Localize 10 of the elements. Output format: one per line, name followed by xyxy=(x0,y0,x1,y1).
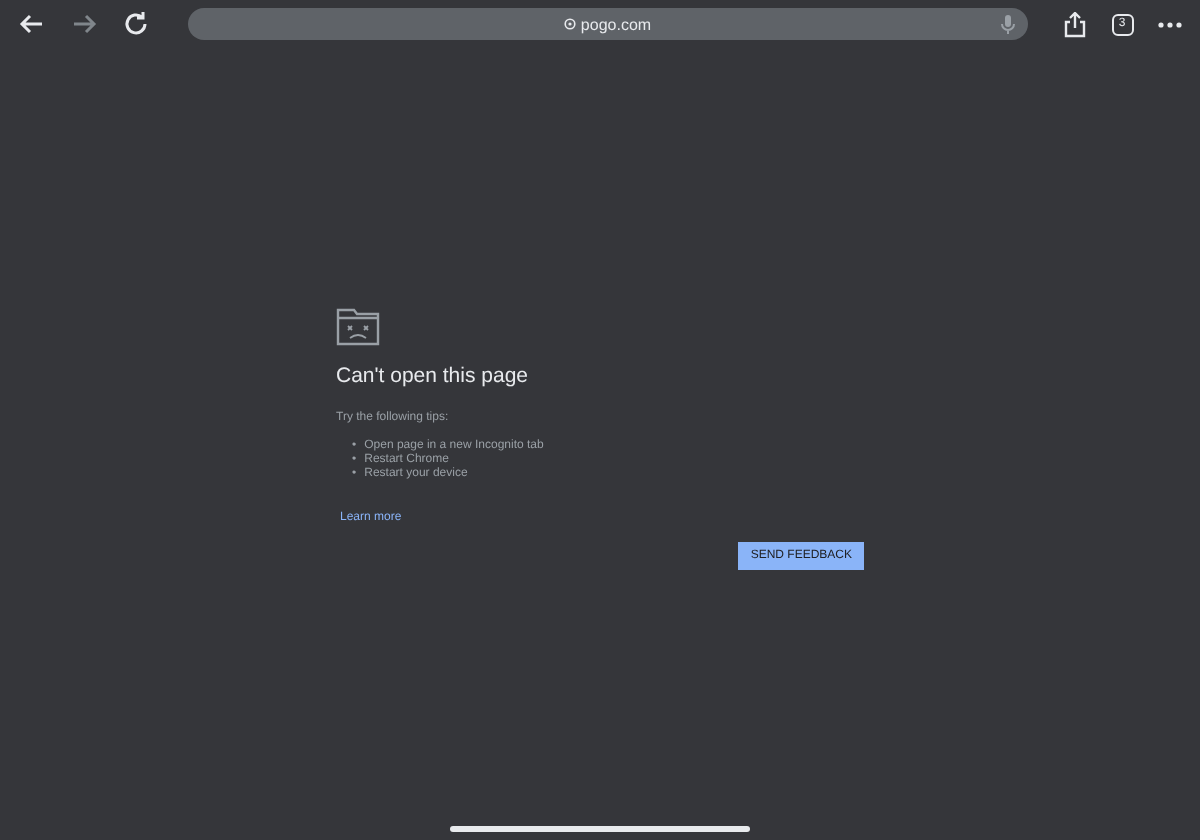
reload-icon xyxy=(122,10,150,38)
url-text: pogo.com xyxy=(580,15,652,33)
share-icon[interactable] xyxy=(1063,11,1085,37)
back-arrow-icon xyxy=(18,10,46,38)
forward-arrow-icon xyxy=(70,10,98,38)
error-title: Can't open this page xyxy=(336,364,530,388)
site-info-icon xyxy=(564,18,577,30)
more-icon[interactable] xyxy=(1158,21,1182,27)
sad-tab-icon xyxy=(336,308,380,346)
address-bar[interactable]: pogo.com xyxy=(188,8,1028,40)
